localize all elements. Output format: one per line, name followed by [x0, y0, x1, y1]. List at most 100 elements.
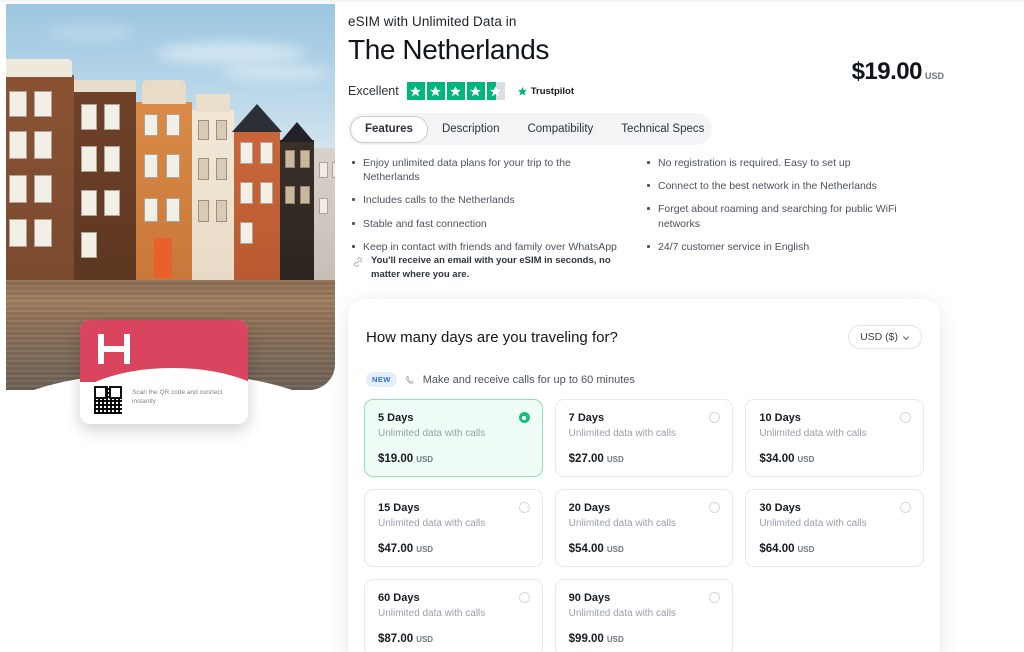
- product-page: Scan the QR code and connect instantly e…: [0, 0, 1024, 652]
- plan-price: $34.00 USD: [759, 453, 814, 465]
- plan-days: 15 Days: [378, 502, 529, 514]
- plan-card-7-days[interactable]: 7 Days Unlimited data with calls $27.00 …: [555, 399, 734, 477]
- house: [6, 75, 74, 280]
- plan-days: 10 Days: [759, 412, 910, 424]
- price-amount: $19.00: [852, 58, 922, 86]
- plan-card-30-days[interactable]: 30 Days Unlimited data with calls $64.00…: [745, 489, 924, 567]
- feature-item: Forget about roaming and searching for p…: [647, 202, 912, 230]
- canal-houses: [6, 65, 335, 280]
- house: [234, 130, 280, 280]
- plan-description: Unlimited data with calls: [759, 518, 910, 529]
- tab-features[interactable]: Features: [350, 116, 428, 143]
- tab-description[interactable]: Description: [428, 116, 514, 143]
- star-icon: [427, 82, 445, 100]
- star-half-icon: [487, 82, 505, 100]
- features-list: Enjoy unlimited data plans for your trip…: [352, 156, 912, 263]
- plan-days: 7 Days: [569, 412, 720, 424]
- plan-description: Unlimited data with calls: [378, 518, 529, 529]
- plan-price: $64.00 USD: [759, 543, 814, 555]
- tab-compatibility[interactable]: Compatibility: [513, 116, 607, 143]
- chevron-down-icon: [902, 333, 910, 341]
- plan-card-20-days[interactable]: 20 Days Unlimited data with calls $54.00…: [555, 489, 734, 567]
- plan-description: Unlimited data with calls: [378, 428, 529, 439]
- plan-price-currency: USD: [416, 545, 433, 554]
- feature-item: Connect to the best network in the Nethe…: [647, 179, 912, 193]
- plan-price-amount: $34.00: [759, 453, 794, 465]
- rating-word: Excellent: [348, 84, 399, 98]
- plan-radio-selected-icon[interactable]: [519, 412, 530, 423]
- feature-item: No registration is required. Easy to set…: [647, 156, 912, 170]
- plan-price-currency: USD: [798, 455, 815, 464]
- trustpilot-name: Trustpilot: [531, 86, 574, 97]
- plan-price-amount: $27.00: [569, 453, 604, 465]
- currency-selector-value: USD ($): [860, 331, 898, 343]
- qr-code-icon: [94, 386, 122, 414]
- product-eyebrow: eSIM with Unlimited Data in: [348, 14, 517, 29]
- feature-item: Includes calls to the Netherlands: [352, 193, 617, 207]
- plan-days: 60 Days: [378, 592, 529, 604]
- plan-price-amount: $19.00: [378, 453, 413, 465]
- plan-grid: 5 Days Unlimited data with calls $19.00 …: [364, 399, 924, 652]
- new-badge: NEW: [366, 372, 397, 387]
- plan-card-60-days[interactable]: 60 Days Unlimited data with calls $87.00…: [364, 579, 543, 652]
- plan-description: Unlimited data with calls: [378, 608, 529, 619]
- plan-description: Unlimited data with calls: [759, 428, 910, 439]
- plan-card-90-days[interactable]: 90 Days Unlimited data with calls $99.00…: [555, 579, 734, 652]
- plan-radio-icon[interactable]: [900, 502, 911, 513]
- plan-price: $27.00 USD: [569, 453, 624, 465]
- currency-selector[interactable]: USD ($): [848, 325, 922, 349]
- plan-price: $54.00 USD: [569, 543, 624, 555]
- plan-panel-header: How many days are you traveling for? USD…: [366, 325, 922, 349]
- plan-card-10-days[interactable]: 10 Days Unlimited data with calls $34.00…: [745, 399, 924, 477]
- plan-price: $47.00 USD: [378, 543, 433, 555]
- plan-price-currency: USD: [416, 455, 433, 464]
- plan-radio-icon[interactable]: [900, 412, 911, 423]
- trustpilot-star-icon: [517, 86, 528, 97]
- price-currency: USD: [925, 71, 944, 81]
- qr-card-caption: Scan the QR code and connect instantly: [132, 388, 237, 407]
- house: [74, 90, 136, 280]
- plan-price-amount: $87.00: [378, 633, 413, 645]
- star-rating: [407, 82, 505, 100]
- house: [192, 110, 234, 280]
- email-link-icon: [352, 255, 364, 267]
- plan-price-currency: USD: [607, 635, 624, 644]
- plan-price: $19.00 USD: [378, 453, 433, 465]
- house: [314, 148, 335, 280]
- plan-description: Unlimited data with calls: [569, 428, 720, 439]
- esim-qr-card: Scan the QR code and connect instantly: [80, 320, 248, 424]
- feature-item: Enjoy unlimited data plans for your trip…: [352, 156, 617, 184]
- trustpilot-rating[interactable]: Excellent Trustpi: [348, 82, 574, 100]
- plan-price-amount: $64.00: [759, 543, 794, 555]
- plan-price-amount: $47.00: [378, 543, 413, 555]
- plan-price-amount: $54.00: [569, 543, 604, 555]
- cloud: [46, 24, 136, 40]
- plan-radio-icon[interactable]: [519, 502, 530, 513]
- phone-call-icon: [404, 374, 416, 386]
- star-icon: [467, 82, 485, 100]
- plan-days: 20 Days: [569, 502, 720, 514]
- feature-item: 24/7 customer service in English: [647, 240, 912, 254]
- features-column-left: Enjoy unlimited data plans for your trip…: [352, 156, 617, 263]
- house: [136, 102, 192, 280]
- plan-radio-icon[interactable]: [519, 592, 530, 603]
- calls-promo: NEW Make and receive calls for up to 60 …: [366, 372, 635, 387]
- plan-panel-title: How many days are you traveling for?: [366, 329, 618, 346]
- email-delivery-note: You'll receive an email with your eSIM i…: [352, 254, 642, 282]
- features-column-right: No registration is required. Easy to set…: [647, 156, 912, 263]
- product-info-tabs: Features Description Compatibility Techn…: [348, 113, 712, 145]
- plan-card-5-days[interactable]: 5 Days Unlimited data with calls $19.00 …: [364, 399, 543, 477]
- plan-price-currency: USD: [607, 455, 624, 464]
- house: [280, 140, 314, 280]
- feature-item: Keep in contact with friends and family …: [352, 240, 617, 254]
- trustpilot-logo: Trustpilot: [517, 86, 574, 97]
- star-icon: [447, 82, 465, 100]
- calls-promo-text: Make and receive calls for up to 60 minu…: [423, 374, 635, 386]
- plan-description: Unlimited data with calls: [569, 608, 720, 619]
- plan-days: 30 Days: [759, 502, 910, 514]
- tab-technical-specs[interactable]: Technical Specs: [607, 116, 718, 143]
- cloud: [156, 42, 306, 64]
- plan-card-15-days[interactable]: 15 Days Unlimited data with calls $47.00…: [364, 489, 543, 567]
- plan-price: $99.00 USD: [569, 633, 624, 645]
- plan-selector-panel: How many days are you traveling for? USD…: [348, 299, 940, 652]
